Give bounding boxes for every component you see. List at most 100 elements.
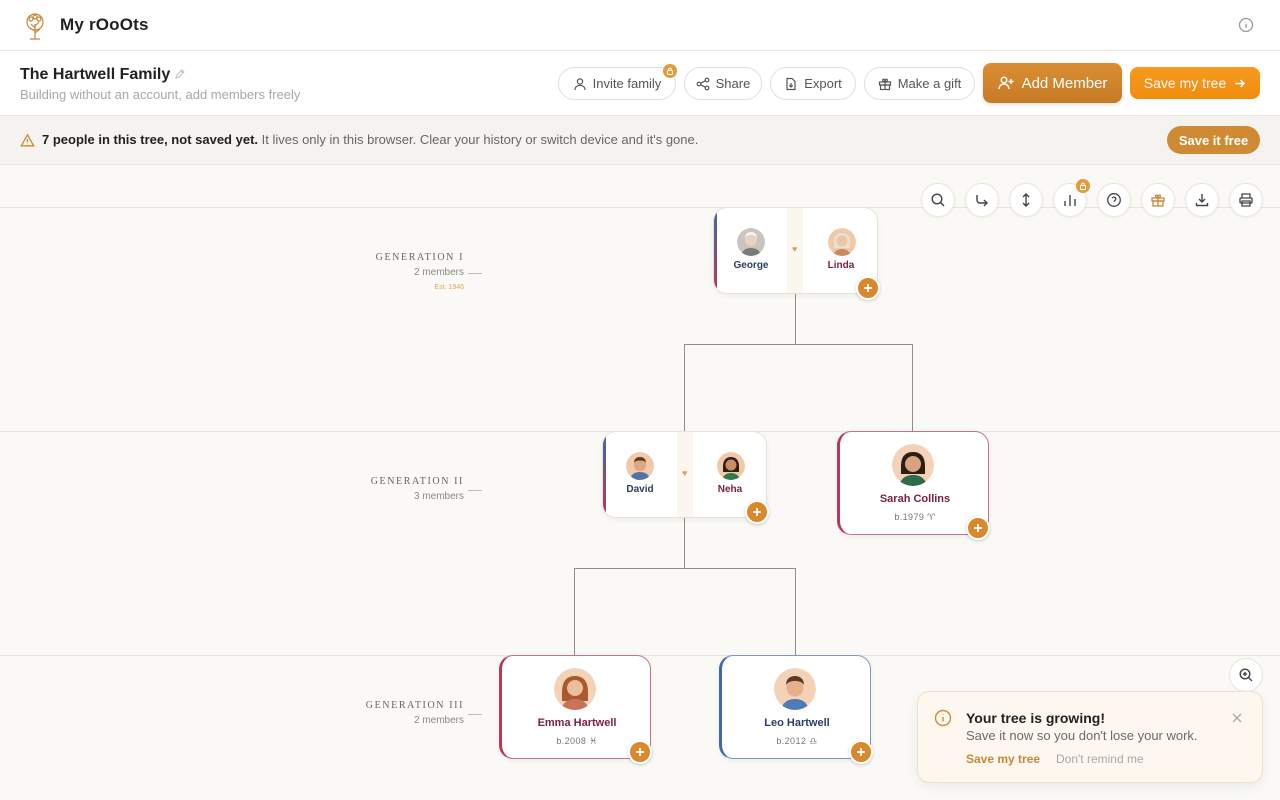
heart-icon: ♥ [792, 244, 798, 254]
add-relative-button[interactable] [745, 500, 769, 524]
unsaved-warning-bar: 7 people in this tree, not saved yet. It… [0, 116, 1280, 165]
family-subtitle: Building without an account, add members… [20, 87, 301, 102]
search-tool-button[interactable] [921, 183, 955, 217]
export-button[interactable]: Export [770, 67, 856, 100]
share-label: Share [715, 76, 751, 91]
tree-logo-icon[interactable] [20, 11, 50, 41]
couple-card-david-neha[interactable]: ♥ David Neha [602, 431, 767, 518]
download-button[interactable] [1185, 183, 1219, 217]
plus-icon [636, 748, 644, 756]
close-icon[interactable] [1231, 712, 1243, 724]
corner-arrow-icon [976, 195, 988, 207]
add-member-label: Add Member [1021, 74, 1108, 92]
user-icon [574, 77, 586, 90]
connector-line [684, 518, 685, 568]
export-label: Export [804, 76, 842, 91]
gender-stripe [714, 208, 717, 293]
person-card-emma-hartwell[interactable]: Emma Hartwell b.2008 ♓ [499, 655, 651, 759]
connector-line [574, 568, 575, 655]
generation-name: GENERATION II [370, 476, 464, 487]
generation-label-3: GENERATION III 2 members [324, 700, 464, 726]
established-year: Est. 1946 [434, 284, 464, 291]
avatar-neha[interactable] [717, 452, 745, 480]
gift-icon [1151, 194, 1165, 207]
vertical-layout-button[interactable] [1009, 183, 1043, 217]
arrow-right-icon [1235, 78, 1246, 88]
generation-tick [468, 714, 482, 715]
avatar-george[interactable] [737, 228, 765, 256]
add-relative-button[interactable] [856, 276, 880, 300]
person-name-george: George [733, 260, 769, 271]
warning-triangle-icon [20, 133, 35, 147]
generation-count: 2 members [413, 715, 464, 726]
zoom-in-icon [1239, 668, 1253, 682]
person-name-linda: Linda [827, 260, 855, 271]
edit-pencil-icon[interactable] [174, 68, 186, 80]
file-export-icon [786, 77, 796, 90]
couple-card-george-linda[interactable]: ♥ George Linda [713, 207, 878, 294]
invite-family-label: Invite family [592, 76, 662, 91]
question-mark-icon [1107, 193, 1121, 207]
toast-subtitle: Save it now so you don't lose your work. [966, 728, 1198, 743]
add-relative-button[interactable] [628, 740, 652, 764]
search-icon [931, 193, 945, 207]
toast-save-link[interactable]: Save my tree [966, 752, 1040, 766]
save-my-tree-label: Save my tree [1143, 75, 1227, 91]
add-relative-button[interactable] [849, 740, 873, 764]
add-member-button[interactable]: Add Member [983, 63, 1122, 103]
connector-line [574, 568, 796, 569]
person-name-leo: Leo Hartwell [764, 717, 830, 729]
person-card-sarah-collins[interactable]: Sarah Collins b.1979 ♈ [837, 431, 989, 535]
connector-line [795, 294, 796, 344]
brand-name[interactable]: My rOoOts [60, 15, 149, 35]
print-button[interactable] [1229, 183, 1263, 217]
generation-tick [468, 490, 482, 491]
person-name-neha: Neha [717, 484, 743, 495]
make-a-gift-label: Make a gift [897, 76, 962, 91]
info-icon [934, 709, 952, 727]
download-icon [1195, 194, 1209, 207]
gift-icon [878, 78, 891, 90]
save-my-tree-button[interactable]: Save my tree [1130, 67, 1260, 99]
top-bar: My rOoOts [0, 0, 1280, 51]
warning-bold-text: 7 people in this tree, not saved yet. [42, 132, 259, 147]
save-it-free-button[interactable]: Save it free [1167, 126, 1260, 154]
avatar-david[interactable] [626, 452, 654, 480]
bar-chart-icon [1064, 195, 1076, 206]
family-title: The Hartwell Family [20, 66, 171, 83]
generation-tick [468, 273, 482, 274]
avatar-sarah[interactable] [892, 444, 934, 486]
warning-text: 7 people in this tree, not saved yet. It… [42, 132, 698, 147]
plus-icon [974, 524, 982, 532]
gift-tool-button[interactable] [1141, 183, 1175, 217]
plus-icon [857, 748, 865, 756]
add-user-icon [997, 76, 1014, 90]
plus-icon [864, 284, 872, 292]
person-name-david: David [626, 484, 654, 495]
avatar-leo[interactable] [774, 668, 816, 710]
avatar-linda[interactable] [828, 228, 856, 256]
make-a-gift-button[interactable]: Make a gift [864, 67, 975, 100]
add-relative-button[interactable] [966, 516, 990, 540]
generation-label-2: GENERATION II 3 members [324, 476, 464, 502]
relationship-path-button[interactable] [965, 183, 999, 217]
zoom-in-button[interactable] [1229, 658, 1263, 692]
save-reminder-toast: Your tree is growing! Save it now so you… [917, 691, 1263, 783]
lock-icon [663, 64, 677, 78]
lock-icon [1076, 179, 1090, 193]
connector-line [912, 344, 913, 431]
connector-line [795, 568, 796, 655]
info-icon[interactable] [1238, 17, 1254, 33]
vertical-arrows-icon [1022, 193, 1030, 207]
person-card-leo-hartwell[interactable]: Leo Hartwell b.2012 ♎ [719, 655, 871, 759]
generation-name: GENERATION III [365, 700, 464, 711]
toast-dismiss-link[interactable]: Don't remind me [1056, 752, 1144, 766]
invite-family-button[interactable]: Invite family [558, 67, 676, 100]
plus-icon [753, 508, 761, 516]
share-button[interactable]: Share [684, 67, 762, 100]
gender-stripe [603, 432, 606, 517]
person-name-sarah: Sarah Collins [879, 493, 951, 505]
help-button[interactable] [1097, 183, 1131, 217]
avatar-emma[interactable] [554, 668, 596, 710]
toast-title: Your tree is growing! [966, 710, 1105, 726]
